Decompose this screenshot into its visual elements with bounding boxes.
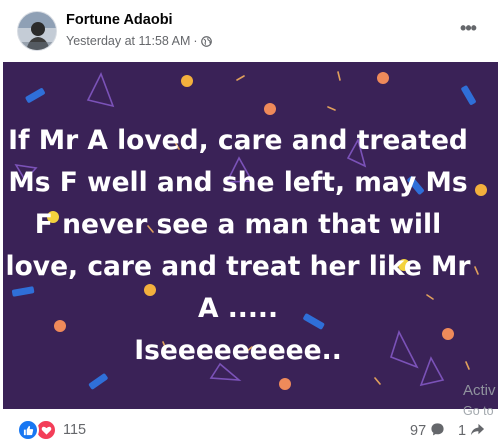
image-text-line: Ms F well and she left, may Ms <box>8 167 468 198</box>
like-icon <box>17 419 39 441</box>
comment-count: 97 <box>410 423 427 439</box>
watermark-line-2: Go to <box>463 404 494 418</box>
image-text-line: If Mr A loved, care and treated <box>8 125 468 156</box>
comment-icon <box>430 422 445 441</box>
reactions-summary[interactable]: 115 <box>17 419 86 441</box>
post-header: Fortune Adaobi Yesterday at 11:58 AM · •… <box>0 0 498 62</box>
post-timestamp[interactable]: Yesterday at 11:58 AM <box>66 34 190 48</box>
comment-count-button[interactable]: 97 <box>410 421 445 441</box>
avatar[interactable] <box>17 11 57 51</box>
globe-icon[interactable] <box>200 35 212 47</box>
share-count-button[interactable]: 1 <box>458 421 485 441</box>
image-text-line: F never see a man that will <box>34 209 442 240</box>
more-options-button[interactable]: ••• <box>454 16 482 40</box>
image-text-line: love, care and treat her like Mr <box>5 251 471 282</box>
share-count: 1 <box>458 423 467 439</box>
activation-watermark: Activ Go to <box>463 381 496 421</box>
reaction-count: 115 <box>63 422 87 438</box>
share-icon <box>470 422 485 441</box>
post-meta: Yesterday at 11:58 AM · <box>66 33 212 49</box>
image-text-line: A ..... <box>197 293 279 324</box>
post-image[interactable]: If Mr A loved, care and treated Ms F wel… <box>3 62 498 409</box>
image-text-line: Iseeeeeeeee.. <box>134 335 342 366</box>
more-options-icon: ••• <box>460 17 477 38</box>
watermark-line-1: Activ <box>463 382 496 399</box>
author-name[interactable]: Fortune Adaobi <box>66 12 173 28</box>
meta-separator: · <box>193 34 198 48</box>
post-image-text: If Mr A loved, care and treated Ms F wel… <box>3 120 473 372</box>
